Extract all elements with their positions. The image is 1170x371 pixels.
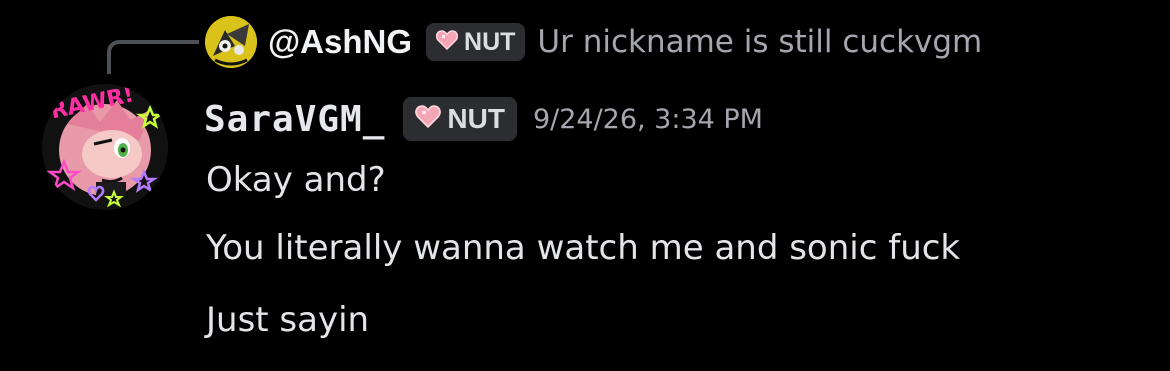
message-line: Okay and? — [206, 160, 386, 200]
heart-icon — [415, 103, 442, 135]
message-line: Just sayin — [206, 300, 370, 340]
message-timestamp[interactable]: 9/24/26, 3:34 PM — [533, 104, 763, 135]
reply-tag-label: NUT — [464, 27, 516, 56]
reply-avatar[interactable] — [205, 16, 257, 68]
reply-username[interactable]: @AshNG — [268, 23, 412, 61]
message-tag-label: NUT — [447, 103, 505, 134]
reply-header: @AshNG NUT Ur nickname is still cuckvgm — [268, 18, 982, 66]
message-username[interactable]: SaraVGM_ — [204, 99, 385, 140]
message-tag[interactable]: NUT — [403, 97, 517, 141]
message-line: You literally wanna watch me and sonic f… — [206, 228, 961, 268]
heart-icon — [435, 28, 459, 57]
avatar[interactable]: RAWR! — [42, 84, 168, 210]
message-header: SaraVGM_ NUT 9/24/26, 3:34 PM — [204, 93, 763, 145]
reply-connector — [107, 40, 199, 74]
reply-preview-text[interactable]: Ur nickname is still cuckvgm — [537, 24, 982, 60]
reply-tag[interactable]: NUT — [426, 23, 526, 61]
